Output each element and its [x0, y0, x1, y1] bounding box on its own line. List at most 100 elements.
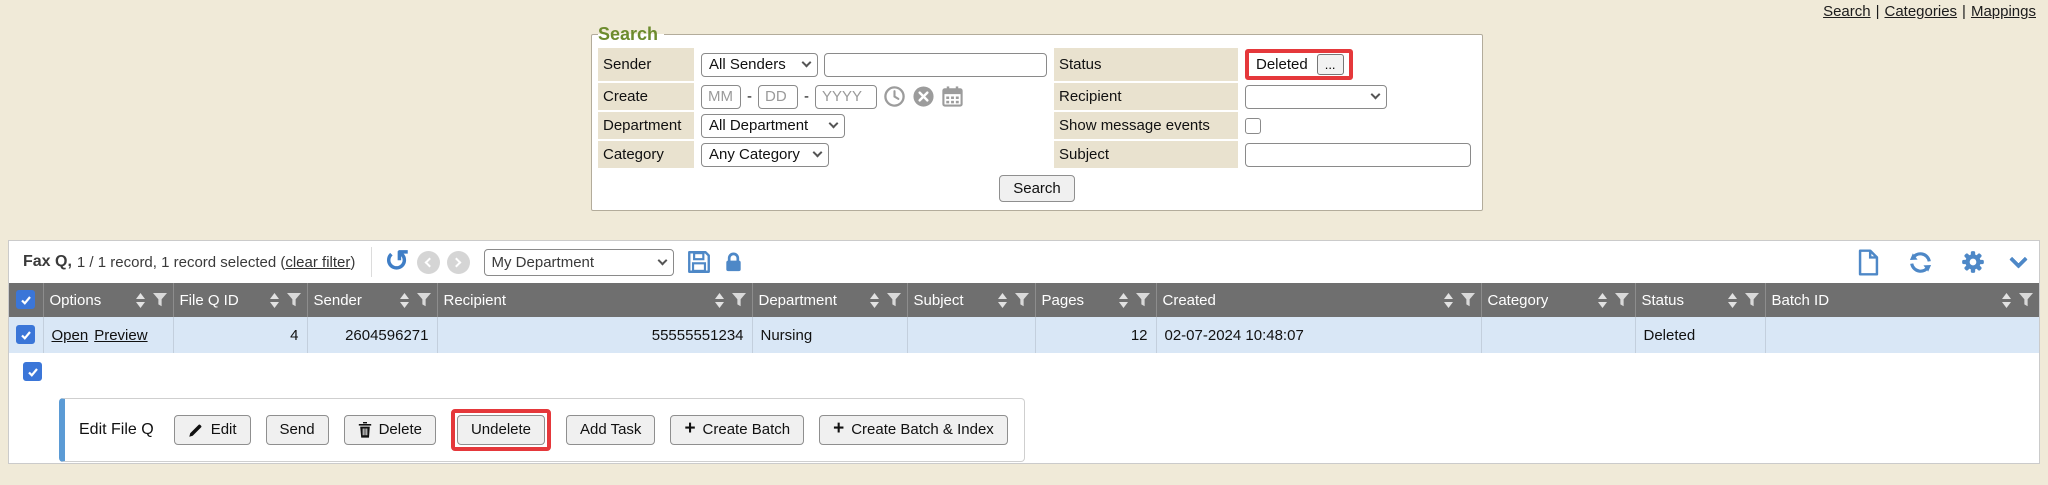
sort-icon [714, 293, 725, 308]
add-task-button[interactable]: Add Task [566, 415, 655, 445]
edit-file-q-panel: Edit File Q Edit Send Delete Undelete Ad… [59, 398, 1025, 462]
open-link[interactable]: Open [52, 327, 89, 344]
plus-icon: + [833, 419, 844, 438]
column-header-file-q-id[interactable]: File Q ID [173, 283, 307, 317]
new-document-icon[interactable] [1856, 249, 1881, 276]
cell-category [1481, 317, 1635, 353]
recipient-select[interactable] [1245, 85, 1387, 109]
footer-select-checkbox[interactable] [23, 362, 42, 381]
column-header-created[interactable]: Created [1156, 283, 1481, 317]
toolbar-divider [371, 247, 372, 277]
sort-icon [1118, 293, 1129, 308]
cell-department: Nursing [752, 317, 907, 353]
lock-icon[interactable] [722, 250, 745, 274]
cell-options: Open Preview [43, 317, 173, 353]
undelete-highlight-annotation: Undelete [451, 409, 551, 451]
sender-select[interactable]: All Senders [701, 53, 818, 77]
grid-toolbar: Fax Q, 1 / 1 record, 1 record selected (… [9, 241, 2039, 283]
department-label: Department [598, 112, 694, 139]
column-header-recipient[interactable]: Recipient [437, 283, 752, 317]
plus-icon: + [684, 419, 695, 438]
table-row[interactable]: OpenPreview 4 2604596271 55555551234 Nur… [9, 317, 2039, 353]
row-checkbox[interactable] [16, 325, 35, 344]
status-browse-button[interactable]: ... [1317, 54, 1344, 75]
collapse-chevron-icon[interactable] [2009, 250, 2027, 268]
cell-batch-id [1765, 317, 2039, 353]
department-filter-select[interactable]: My Department [484, 249, 674, 276]
sort-icon [1597, 293, 1608, 308]
trash-icon [358, 422, 372, 438]
sort-icon [135, 293, 146, 308]
department-select[interactable]: All Department [701, 114, 845, 138]
clear-filter-link[interactable]: clear filter [285, 254, 350, 271]
gear-icon[interactable] [1960, 249, 1986, 275]
create-year-input[interactable] [815, 85, 877, 109]
filter-icon [1745, 293, 1759, 307]
send-button[interactable]: Send [266, 415, 329, 445]
nav-link-categories[interactable]: Categories [1885, 3, 1958, 20]
column-header-sender[interactable]: Sender [307, 283, 437, 317]
undelete-button[interactable]: Undelete [457, 415, 545, 445]
create-batch-index-button[interactable]: + Create Batch & Index [819, 415, 1008, 445]
subject-label: Subject [1054, 141, 1238, 168]
chevron-down-icon [657, 255, 667, 265]
create-month-input[interactable] [701, 85, 741, 109]
next-page-icon[interactable] [447, 251, 470, 274]
undo-icon[interactable]: ↺ [384, 249, 409, 275]
record-summary: 1 / 1 record, 1 record selected ( [77, 254, 285, 271]
filter-icon [287, 293, 301, 307]
save-view-icon[interactable] [686, 249, 712, 275]
edit-button[interactable]: Edit [174, 415, 251, 445]
search-panel: Search Sender All Senders Status Deleted… [591, 24, 1483, 211]
nav-separator: | [1876, 3, 1880, 20]
sender-label: Sender [598, 48, 694, 81]
cell-created: 02-07-2024 10:48:07 [1156, 317, 1481, 353]
filter-icon [417, 293, 431, 307]
filter-icon [1136, 293, 1150, 307]
preview-link[interactable]: Preview [94, 327, 147, 344]
column-header-status[interactable]: Status [1635, 283, 1765, 317]
record-summary-close: ) [350, 254, 355, 271]
column-header-pages[interactable]: Pages [1035, 283, 1156, 317]
column-header-category[interactable]: Category [1481, 283, 1635, 317]
filter-icon [1615, 293, 1629, 307]
column-header-subject[interactable]: Subject [907, 283, 1035, 317]
create-batch-button[interactable]: + Create Batch [670, 415, 804, 445]
chevron-down-icon [1371, 90, 1381, 100]
cell-recipient: 55555551234 [437, 317, 752, 353]
nav-link-search[interactable]: Search [1823, 3, 1871, 20]
sort-icon [399, 293, 410, 308]
category-select[interactable]: Any Category [701, 143, 829, 167]
recipient-label: Recipient [1054, 83, 1238, 110]
status-highlight-annotation: Deleted ... [1245, 49, 1353, 80]
search-button[interactable]: Search [999, 175, 1075, 202]
fax-q-grid-panel: Fax Q, 1 / 1 record, 1 record selected (… [8, 240, 2040, 464]
sort-icon [269, 293, 280, 308]
previous-page-icon[interactable] [417, 251, 440, 274]
column-header-department[interactable]: Department [752, 283, 907, 317]
show-message-events-label: Show message events [1054, 112, 1238, 139]
clear-date-icon[interactable] [912, 85, 935, 108]
chevron-down-icon [802, 58, 812, 68]
delete-button[interactable]: Delete [344, 415, 436, 445]
column-header-options[interactable]: Options [43, 283, 173, 317]
create-day-input[interactable] [758, 85, 798, 109]
refresh-icon[interactable] [1907, 249, 1934, 276]
clock-icon[interactable] [883, 85, 906, 108]
filter-icon [732, 293, 746, 307]
nav-link-mappings[interactable]: Mappings [1971, 3, 2036, 20]
show-message-events-checkbox[interactable] [1245, 118, 1261, 134]
column-header-batch-id[interactable]: Batch ID [1765, 283, 2039, 317]
search-panel-legend: Search [598, 24, 664, 45]
filter-icon [1015, 293, 1029, 307]
table-header-row: Options File Q ID Sender Recipient Depar… [9, 283, 2039, 317]
cell-sender: 2604596271 [307, 317, 437, 353]
cell-pages: 12 [1035, 317, 1156, 353]
sender-input[interactable] [824, 53, 1047, 77]
filter-icon [1461, 293, 1475, 307]
calendar-icon[interactable] [941, 85, 964, 108]
chevron-down-icon [813, 148, 823, 158]
select-all-checkbox[interactable] [16, 290, 35, 309]
fax-q-table: Options File Q ID Sender Recipient Depar… [9, 283, 2039, 353]
subject-input[interactable] [1245, 143, 1471, 167]
